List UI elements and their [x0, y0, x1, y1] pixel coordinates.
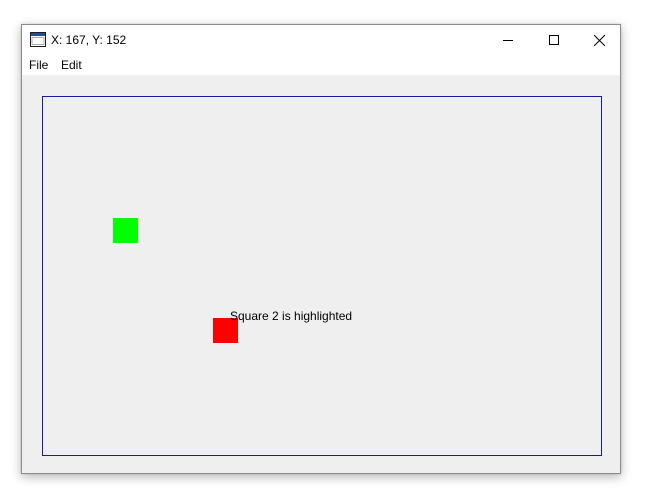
menu-file[interactable]: File: [29, 58, 48, 72]
client-area: Square 2 is highlighted: [22, 75, 620, 473]
menu-edit[interactable]: Edit: [61, 58, 82, 72]
minimize-button[interactable]: [485, 25, 531, 55]
maximize-icon: [549, 35, 559, 45]
close-button[interactable]: [576, 25, 622, 55]
maximize-button[interactable]: [531, 25, 577, 55]
menu-bar: File Edit: [22, 55, 620, 75]
window-title: X: 167, Y: 152: [51, 33, 127, 47]
title-bar[interactable]: X: 167, Y: 152: [22, 25, 620, 55]
minimize-icon: [503, 40, 513, 41]
desktop: X: 167, Y: 152 File Edit Square 2 is hig…: [0, 0, 648, 499]
app-window-icon: [30, 32, 46, 47]
close-icon: [593, 34, 605, 46]
highlight-status-text: Square 2 is highlighted: [230, 309, 353, 323]
app-window: X: 167, Y: 152 File Edit Square 2 is hig…: [21, 24, 621, 474]
green-square[interactable]: [113, 218, 138, 243]
drawing-canvas[interactable]: Square 2 is highlighted: [42, 96, 602, 456]
